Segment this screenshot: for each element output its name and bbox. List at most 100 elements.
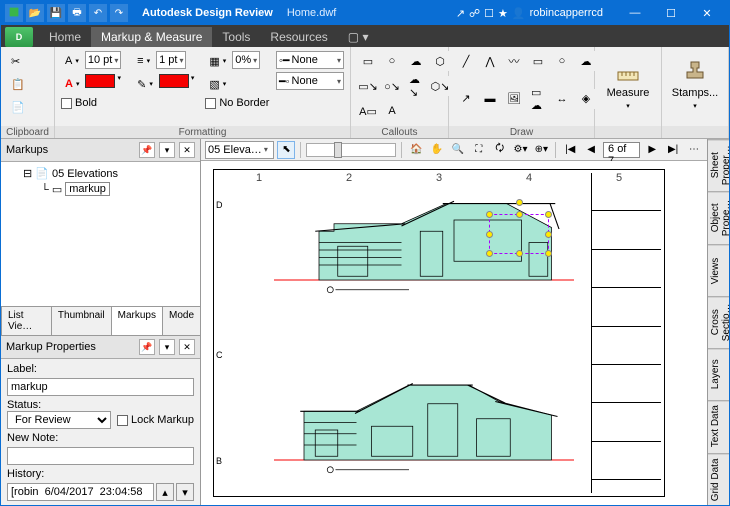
opacity-combo[interactable]: 0%▾: [232, 51, 260, 69]
line-weight-combo[interactable]: 1 pt▾: [156, 51, 186, 69]
qat-open-button[interactable]: 📂: [26, 4, 44, 22]
status-select[interactable]: For Review: [7, 411, 111, 429]
newnote-input[interactable]: [7, 447, 194, 465]
callout-cloudleader-button[interactable]: ☁↘: [405, 76, 427, 96]
arrow-start-combo[interactable]: ◦━ None▾: [276, 51, 344, 69]
callout-textnote-button[interactable]: A: [381, 101, 403, 121]
font-size-combo[interactable]: 10 pt▾: [85, 51, 121, 69]
markups-pin-button[interactable]: 📌: [139, 142, 155, 158]
tab-listview[interactable]: List Vie…: [1, 306, 52, 335]
prev-page-button[interactable]: ◀: [582, 141, 600, 159]
font-picker-button[interactable]: A▾: [61, 51, 83, 71]
callout-poly-button[interactable]: ⬡: [429, 51, 451, 71]
markups-close-button[interactable]: ✕: [179, 142, 195, 158]
copy-button[interactable]: 📋: [7, 74, 29, 94]
callout-cloud-button[interactable]: ☁: [405, 51, 427, 71]
sheet-combo[interactable]: 05 Eleva…▾: [205, 141, 274, 159]
draw-polyline-button[interactable]: ⋀: [479, 51, 501, 71]
noborder-checkbox[interactable]: No Border: [205, 97, 272, 109]
stamps-button[interactable]: Stamps... ▾: [668, 51, 722, 117]
zoom-slider[interactable]: [306, 143, 396, 157]
draw-arrow-button[interactable]: ↗: [455, 89, 477, 109]
tab-thumbnail[interactable]: Thumbnail: [51, 306, 112, 335]
markups-tree[interactable]: ⊟ 📄 05 Elevations └ ▭ markup: [1, 162, 200, 306]
rtab-sheet-properties[interactable]: Sheet Proper…: [708, 139, 729, 191]
tab-markups[interactable]: Markups: [111, 306, 163, 335]
share-icon[interactable]: ↗: [456, 7, 465, 20]
props-pin-button[interactable]: 📌: [139, 339, 155, 355]
page-indicator[interactable]: 6 of 7: [603, 142, 640, 158]
qat-print-button[interactable]: 🖶: [68, 4, 86, 22]
app-button[interactable]: D: [5, 27, 33, 47]
measure-button[interactable]: Measure ▾: [601, 51, 655, 117]
drawing-canvas[interactable]: 12345: [201, 161, 707, 505]
callout-polyleader-button[interactable]: ⬡↘: [429, 76, 451, 96]
tab-addin[interactable]: ▢ ▾: [338, 27, 379, 47]
callout-ellipseleader-button[interactable]: ○↘: [381, 76, 403, 96]
next-page-button[interactable]: ▶: [643, 141, 661, 159]
cloud-icon[interactable]: ☐: [484, 7, 494, 20]
fill-style-button[interactable]: ▦▾: [205, 51, 230, 71]
props-close-button[interactable]: ✕: [179, 339, 195, 355]
draw-line-button[interactable]: ╱: [455, 51, 477, 71]
zoom-extents-button[interactable]: ⛶: [470, 141, 488, 159]
line-style-button[interactable]: ≡▾: [133, 51, 154, 71]
history-up-button[interactable]: ▴: [156, 483, 174, 501]
callout-rectleader-button[interactable]: ▭↘: [357, 76, 379, 96]
close-button[interactable]: ✕: [689, 2, 725, 24]
line-color-button[interactable]: ✎▾: [133, 74, 157, 94]
font-color-swatch[interactable]: [85, 74, 115, 88]
maximize-button[interactable]: ☐: [653, 2, 689, 24]
draw-dimension-button[interactable]: ↔: [551, 89, 573, 109]
zoom-window-button[interactable]: 🔍: [449, 141, 467, 159]
qat-save-button[interactable]: 💾: [47, 4, 65, 22]
draw-rectcloud-button[interactable]: ▭☁: [527, 89, 549, 109]
draw-symbol-button[interactable]: ◈: [575, 89, 597, 109]
callout-text-button[interactable]: A▭: [357, 101, 379, 121]
view-options-button[interactable]: ⚙▾: [512, 141, 530, 159]
cut-button[interactable]: ✂: [7, 51, 29, 71]
tab-home[interactable]: Home: [39, 27, 91, 47]
arrow-end-combo[interactable]: ━◦ None▾: [276, 72, 344, 90]
view-target-button[interactable]: ⊕▾: [532, 141, 550, 159]
link-icon[interactable]: ☍: [469, 7, 480, 20]
last-page-button[interactable]: ▶|: [664, 141, 682, 159]
star-icon[interactable]: ★: [498, 7, 508, 20]
rtab-object-properties[interactable]: Object Prope…: [708, 191, 729, 243]
font-color-button[interactable]: A▾: [61, 74, 83, 94]
history-down-button[interactable]: ▾: [176, 483, 194, 501]
username[interactable]: robincapperrcd: [530, 7, 603, 19]
view-more-button[interactable]: ⋯: [685, 141, 703, 159]
bold-checkbox[interactable]: Bold: [61, 97, 129, 109]
line-color-swatch[interactable]: [159, 74, 189, 88]
rtab-layers[interactable]: Layers: [708, 348, 729, 400]
props-menu-button[interactable]: ▾: [159, 339, 175, 355]
draw-image-button[interactable]: 🖼: [503, 89, 525, 109]
pan-button[interactable]: ✋: [428, 141, 446, 159]
draw-rect-button[interactable]: ▭: [527, 51, 549, 71]
rtab-cross-sections[interactable]: Cross Sectio…: [708, 296, 729, 348]
draw-freehand-button[interactable]: 〰: [503, 51, 525, 71]
first-page-button[interactable]: |◀: [561, 141, 579, 159]
rtab-text-data[interactable]: Text Data: [708, 400, 729, 452]
label-input[interactable]: [7, 378, 194, 396]
app-menu-button[interactable]: [5, 4, 23, 22]
tab-mode[interactable]: Mode: [162, 306, 201, 335]
markups-menu-button[interactable]: ▾: [159, 142, 175, 158]
rtab-views[interactable]: Views: [708, 244, 729, 296]
tree-markup-node[interactable]: └ ▭ markup: [41, 181, 196, 197]
callout-rect-button[interactable]: ▭: [357, 51, 379, 71]
tab-resources[interactable]: Resources: [260, 27, 337, 47]
tree-root-node[interactable]: ⊟ 📄 05 Elevations: [23, 166, 196, 181]
draw-ellipse-button[interactable]: ○: [551, 51, 573, 71]
paste-button[interactable]: 📄: [7, 97, 29, 117]
draw-polycloud-button[interactable]: ☁: [575, 51, 597, 71]
rtab-grid-data[interactable]: Grid Data: [708, 453, 729, 505]
tab-tools[interactable]: Tools: [212, 27, 260, 47]
draw-highlight-button[interactable]: ▬: [479, 89, 501, 109]
orbit-button[interactable]: 🗘: [491, 141, 509, 159]
callout-ellipse-button[interactable]: ○: [381, 51, 403, 71]
fill-button[interactable]: ▧▾: [205, 74, 230, 94]
tab-markup-measure[interactable]: Markup & Measure: [91, 27, 212, 47]
user-icon[interactable]: 👤: [512, 7, 526, 20]
